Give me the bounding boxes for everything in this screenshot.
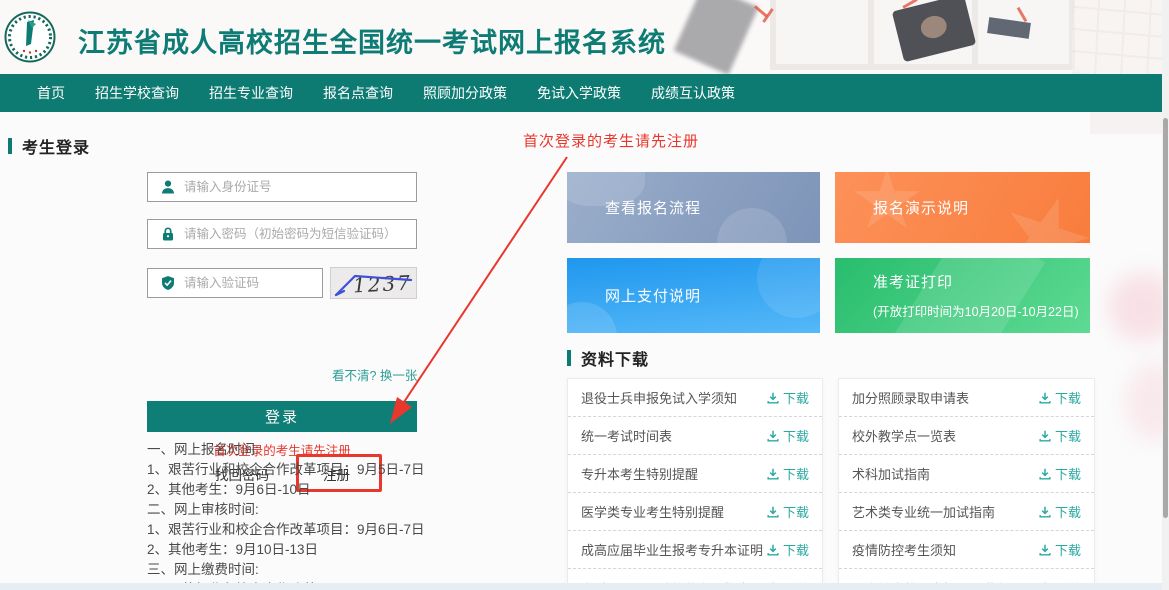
nav-item-score-policy[interactable]: 成绩互认政策	[636, 74, 750, 112]
password-input[interactable]	[184, 227, 416, 241]
background-photo-wall	[1090, 112, 1162, 134]
download-link[interactable]: 下载	[1038, 540, 1081, 559]
download-icon	[1038, 505, 1052, 519]
section-accent-bar	[8, 138, 12, 154]
nav-item-site-query[interactable]: 报名点查询	[308, 74, 408, 112]
download-icon	[766, 467, 780, 481]
captcha-image[interactable]: 1237	[330, 267, 417, 299]
graduation-cap-decor	[674, 0, 759, 74]
schedule-notice-list: 一、网上报名时间: 1、艰苦行业和校企合作改革项目：9月5日-7日 2、其他考生…	[147, 440, 425, 590]
notice-line: 1、艰苦行业和校企合作改革项目：9月6日-7日	[147, 520, 425, 540]
download-link[interactable]: 下载	[766, 540, 809, 559]
id-field-wrap	[147, 172, 417, 202]
nav-item-major-query[interactable]: 招生专业查询	[194, 74, 308, 112]
nav-item-home[interactable]: 首页	[22, 74, 80, 112]
print-window-note: (开放打印时间为10月20日-10月22日)	[873, 301, 1090, 320]
section-accent-bar	[567, 350, 571, 366]
notice-line: 2、其他考生：9月10日-13日	[147, 540, 425, 560]
downloads-panel-left: 退役士兵申报免试入学须知 下载 统一考试时间表 下载 专升本考生特别提醒 下载 …	[567, 378, 823, 590]
download-link[interactable]: 下载	[1038, 464, 1081, 483]
shield-check-icon	[160, 275, 176, 291]
page-header: 江苏省成人高校招生全国统一考试网上报名系统	[0, 0, 1169, 74]
download-row: 加分照顾录取申请表 下载	[839, 379, 1094, 417]
download-link[interactable]: 下载	[1038, 388, 1081, 407]
password-field-wrap	[147, 219, 417, 249]
id-number-input[interactable]	[184, 180, 416, 194]
captcha-refresh-link[interactable]: 看不清? 换一张	[332, 365, 417, 384]
card-payment-instructions[interactable]: 网上支付说明	[567, 258, 820, 333]
flower-blur-decor	[1108, 272, 1169, 342]
download-row: 艺术类专业统一加试指南 下载	[839, 493, 1094, 531]
page-title: 江苏省成人高校招生全国统一考试网上报名系统	[78, 21, 666, 60]
login-section-title: 考生登录	[8, 134, 90, 158]
download-link[interactable]: 下载	[1038, 426, 1081, 445]
register-annotation-text: 首次登录的考生请先注册	[523, 130, 699, 151]
download-row: 退役士兵申报免试入学须知 下载	[568, 379, 822, 417]
blob-decor	[567, 302, 617, 333]
captcha-input[interactable]	[184, 276, 322, 290]
download-row: 校外教学点一览表 下载	[839, 417, 1094, 455]
main-content: 考生登录 1237	[0, 112, 1169, 590]
notice-line: 二、网上审核时间:	[147, 500, 425, 520]
download-icon	[766, 543, 780, 557]
downloads-panel-right: 加分照顾录取申请表 下载 校外教学点一览表 下载 术科加试指南 下载 艺术类专业…	[838, 378, 1095, 590]
download-row: 术科加试指南 下载	[839, 455, 1094, 493]
notice-line: 1、艰苦行业和校企合作改革项目：9月5日-7日	[147, 460, 425, 480]
card-view-process[interactable]: 查看报名流程	[567, 172, 820, 243]
nav-item-exempt-policy[interactable]: 免试入学政策	[522, 74, 636, 112]
captcha-field-wrap	[147, 268, 323, 298]
download-icon	[1038, 429, 1052, 443]
captcha-scribble	[331, 268, 417, 299]
download-row: 专升本考生特别提醒 下载	[568, 455, 822, 493]
download-row: 医学类专业考生特别提醒 下载	[568, 493, 822, 531]
download-row: 成高应届毕业生报考专升本证明 下载	[568, 531, 822, 569]
download-icon	[766, 391, 780, 405]
card-demo-instructions[interactable]: 报名演示说明	[835, 172, 1090, 243]
download-row: 疫情防控考生须知 下载	[839, 531, 1094, 569]
nav-item-school-query[interactable]: 招生学校查询	[80, 74, 194, 112]
band-decor	[895, 258, 1046, 333]
download-icon	[766, 429, 780, 443]
download-link[interactable]: 下载	[1038, 502, 1081, 521]
scrollbar-track[interactable]	[1162, 0, 1169, 590]
download-icon	[766, 505, 780, 519]
card-print-ticket[interactable]: 准考证打印 (开放打印时间为10月20日-10月22日)	[835, 258, 1090, 333]
download-row: 统一考试时间表 下载	[568, 417, 822, 455]
notice-line: 一、网上报名时间:	[147, 440, 425, 460]
bottom-strip	[0, 583, 1169, 590]
lock-icon	[160, 226, 176, 242]
notice-line: 三、网上缴费时间:	[147, 560, 425, 580]
download-link[interactable]: 下载	[766, 502, 809, 521]
download-link[interactable]: 下载	[766, 388, 809, 407]
download-icon	[1038, 391, 1052, 405]
site-logo-icon	[3, 10, 57, 64]
scrollbar-thumb[interactable]	[1163, 118, 1168, 518]
nav-item-bonus-policy[interactable]: 照顾加分政策	[408, 74, 522, 112]
download-icon	[1038, 467, 1052, 481]
downloads-section-title: 资料下载	[567, 346, 649, 370]
main-nav: 首页 招生学校查询 招生专业查询 报名点查询 照顾加分政策 免试入学政策 成绩互…	[0, 74, 1169, 112]
download-icon	[1038, 543, 1052, 557]
background-photo-wall	[1072, 0, 1169, 74]
download-link[interactable]: 下载	[766, 464, 809, 483]
person-icon	[160, 179, 176, 195]
notice-line: 2、其他考生：9月6日-10日	[147, 480, 425, 500]
login-button[interactable]: 登录	[147, 401, 417, 432]
download-link[interactable]: 下载	[766, 426, 809, 445]
